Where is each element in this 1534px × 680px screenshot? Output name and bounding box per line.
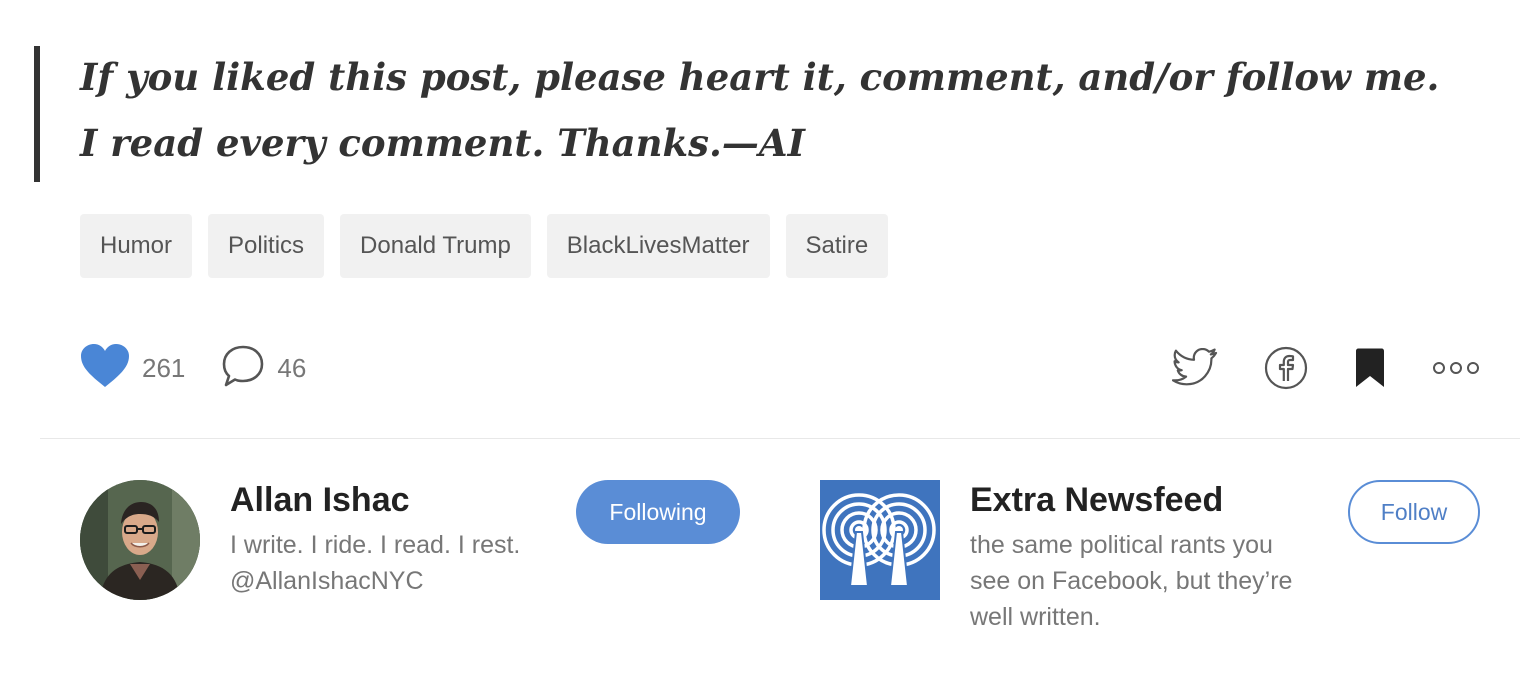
publication-logo[interactable]	[820, 480, 940, 600]
tag-donald-trump[interactable]: Donald Trump	[340, 214, 531, 278]
author-bio: I write. I ride. I read. I rest. @AllanI…	[230, 531, 521, 595]
facebook-icon[interactable]	[1264, 346, 1308, 390]
publication-description: the same political rants you see on Face…	[970, 531, 1293, 631]
follow-button[interactable]: Follow	[1348, 480, 1480, 544]
heart-icon[interactable]	[80, 343, 130, 394]
post-closing-quote: If you liked this post, please heart it,…	[34, 46, 1464, 182]
comment-icon[interactable]	[221, 344, 265, 393]
author-name[interactable]: Allan Ishac	[230, 480, 410, 520]
tag-blacklivesmatter[interactable]: BlackLivesMatter	[546, 214, 770, 278]
author-card: Allan Ishac I write. I ride. I read. I r…	[80, 480, 760, 640]
tag-politics[interactable]: Politics	[208, 214, 325, 278]
recommend-button[interactable]: 261	[80, 343, 185, 394]
comment-count: 46	[277, 352, 307, 383]
share-actions	[1172, 338, 1480, 398]
heart-count: 261	[142, 352, 186, 383]
bookmark-icon[interactable]	[1354, 347, 1386, 389]
tag-list: Humor Politics Donald Trump BlackLivesMa…	[80, 214, 889, 278]
tag-satire[interactable]: Satire	[785, 214, 889, 278]
publication-name[interactable]: Extra Newsfeed	[970, 480, 1223, 520]
tag-humor[interactable]: Humor	[80, 214, 193, 278]
publication-card: Extra Newsfeed the same political rants …	[820, 480, 1480, 640]
section-divider	[40, 438, 1520, 439]
following-button[interactable]: Following	[576, 480, 740, 544]
post-actions-bar: 261 46	[80, 338, 1480, 398]
more-icon[interactable]	[1432, 360, 1480, 376]
post-closing-quote-text: If you liked this post, please heart it,…	[80, 55, 1440, 165]
post-engagement: 261 46	[80, 338, 306, 398]
twitter-icon[interactable]	[1172, 348, 1218, 388]
avatar[interactable]	[80, 480, 200, 600]
comment-button[interactable]: 46	[221, 344, 306, 393]
